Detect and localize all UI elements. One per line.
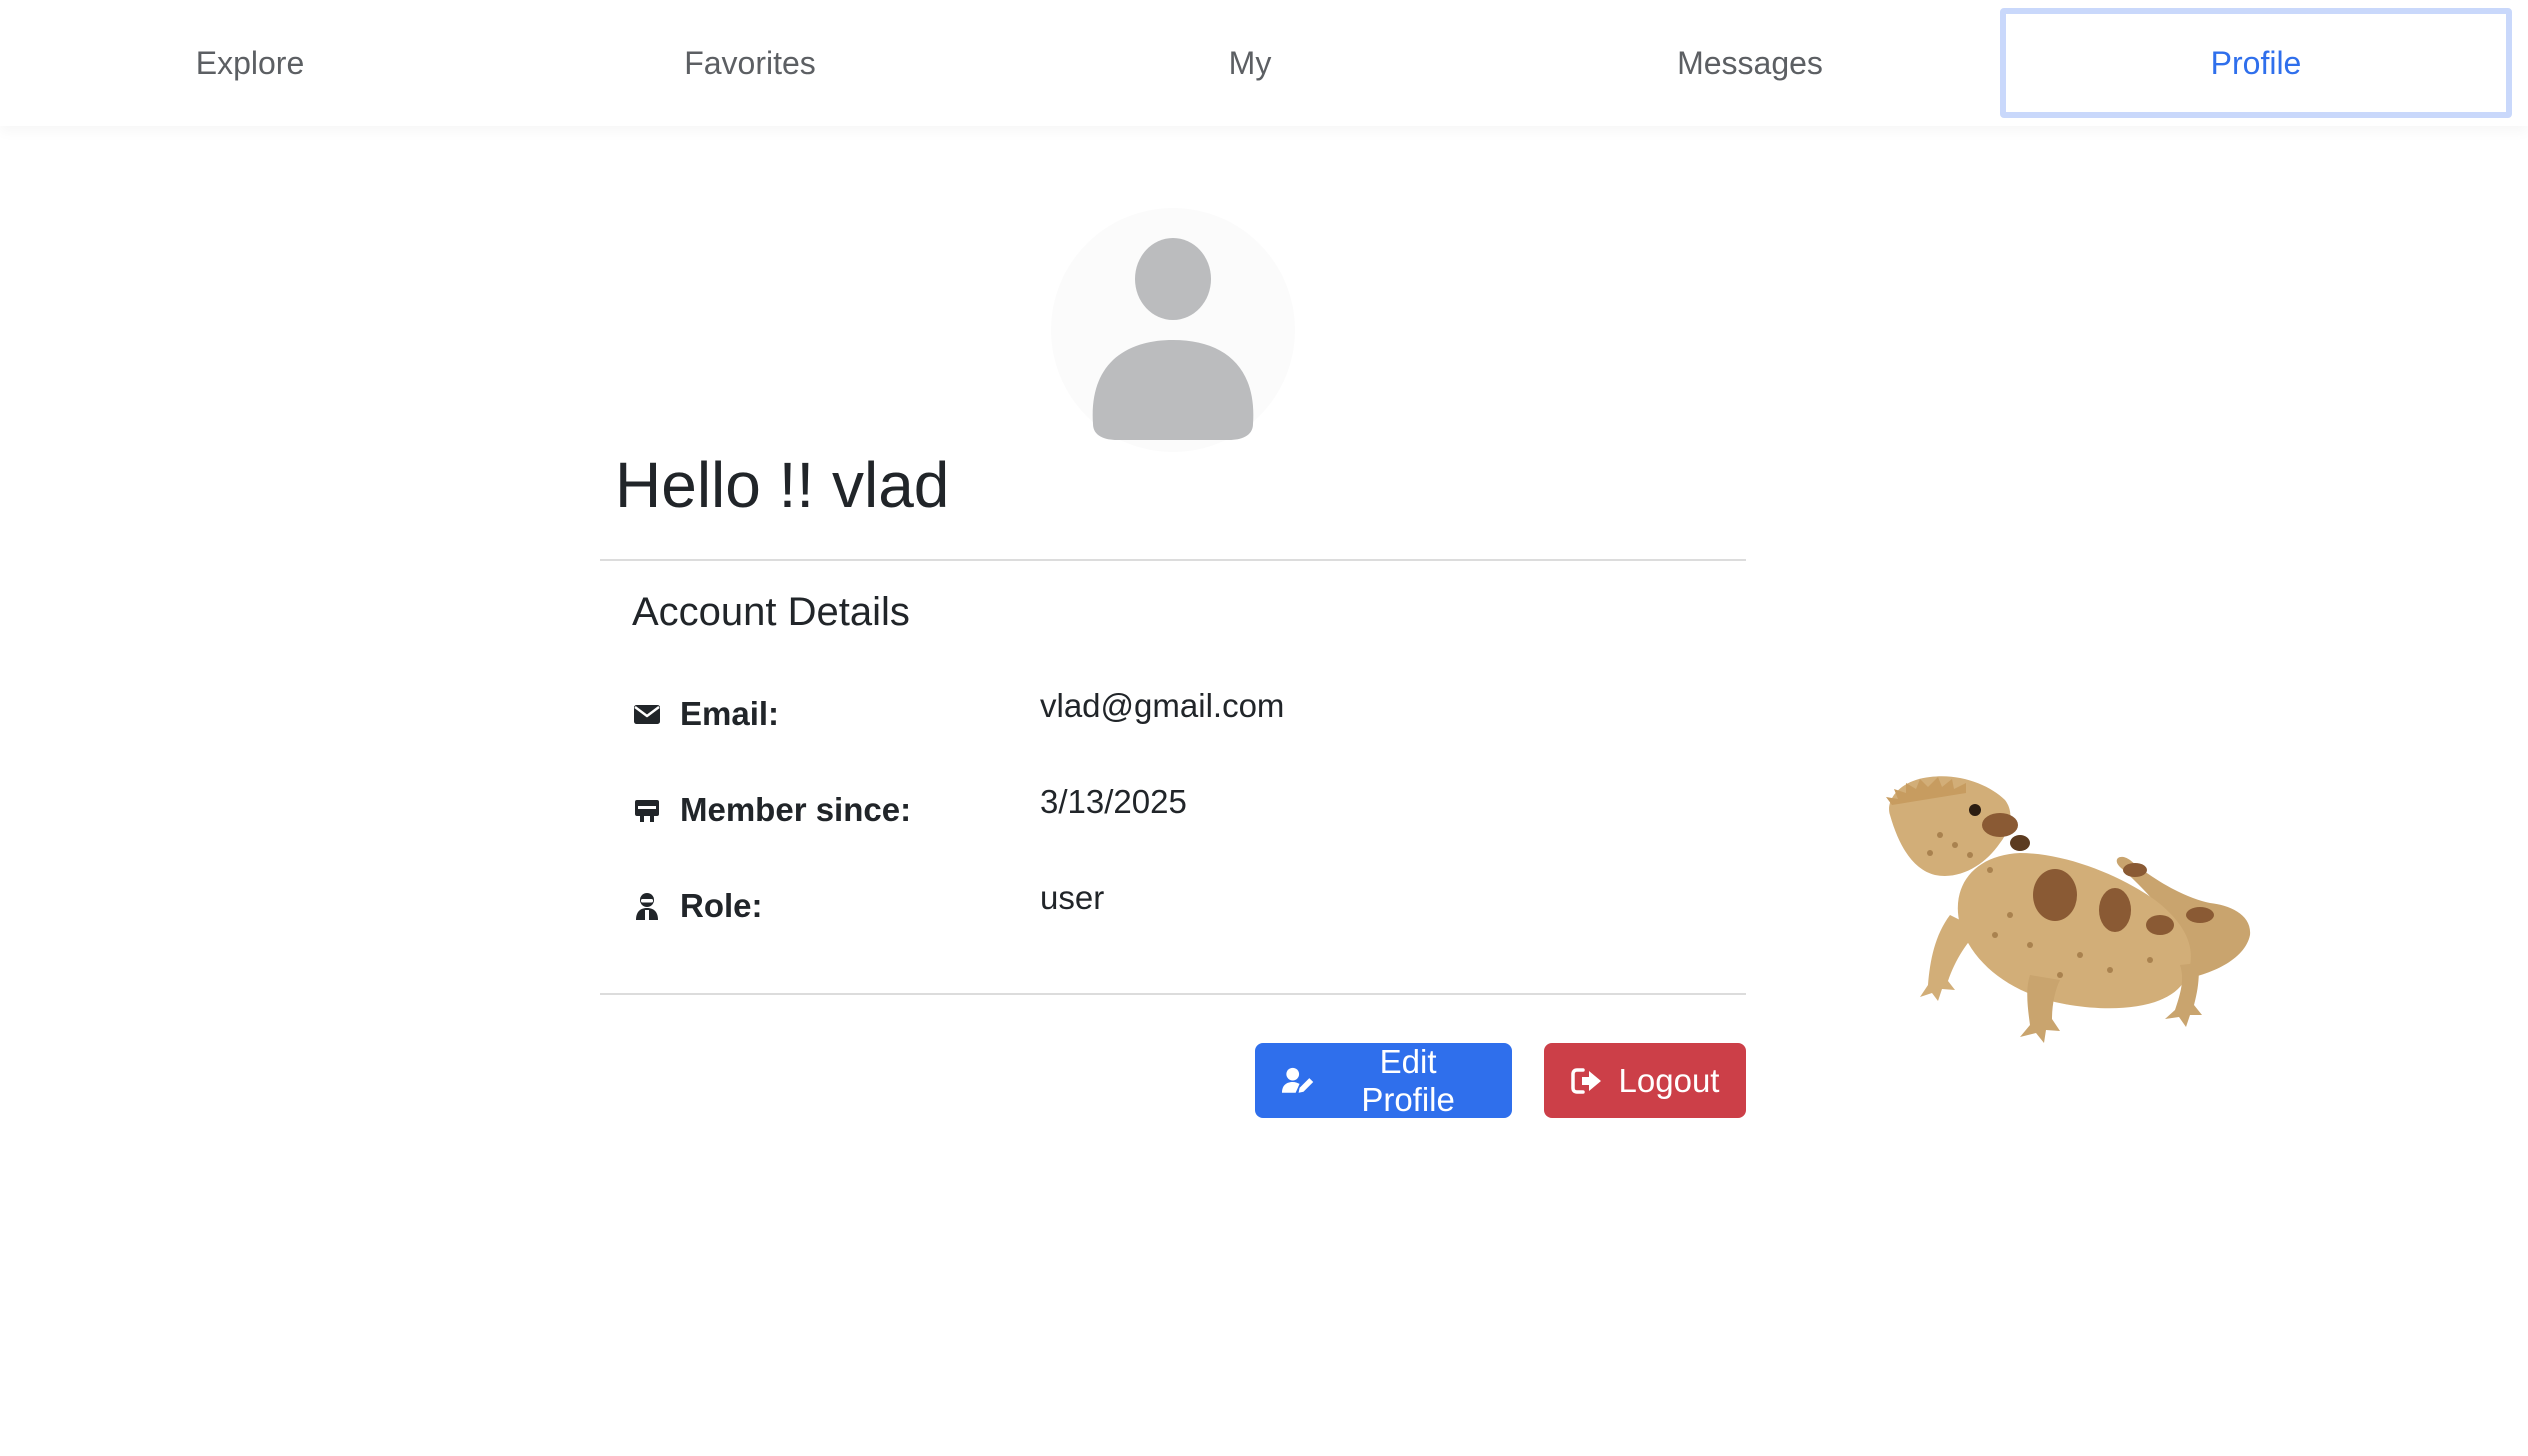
nav-tab-favorites[interactable]: Favorites <box>500 8 1000 118</box>
nav-tab-profile[interactable]: Profile <box>2000 8 2512 118</box>
lizard-illustration <box>1886 776 2251 1043</box>
role-label: Role: <box>680 887 763 924</box>
user-role-icon <box>636 893 658 920</box>
member-since-value: 3/13/2025 <box>1040 783 1187 820</box>
logout-button[interactable]: Logout <box>1544 1043 1746 1118</box>
user-silhouette-icon <box>1092 238 1254 440</box>
divider-bottom <box>600 993 1746 995</box>
user-edit-icon <box>1281 1067 1314 1093</box>
edit-profile-button[interactable]: Edit Profile <box>1255 1043 1512 1118</box>
top-navigation: Explore Favorites My Messages Profile <box>0 0 2528 126</box>
edit-profile-label: Edit Profile <box>1361 1042 1455 1118</box>
detail-row-email: Email: vlad@gmail.com <box>632 685 1732 745</box>
sign-out-icon <box>1570 1067 1601 1094</box>
email-value: vlad@gmail.com <box>1040 687 1285 724</box>
detail-row-role: Role: user <box>632 877 1732 937</box>
detail-row-member-since: Member since: 3/13/2025 <box>632 781 1732 841</box>
member-since-label: Member since: <box>680 791 912 828</box>
nav-tab-messages[interactable]: Messages <box>1500 8 2000 118</box>
nav-tab-my[interactable]: My <box>1000 8 1500 118</box>
nav-tab-explore[interactable]: Explore <box>0 8 500 118</box>
email-label: Email: <box>680 695 780 732</box>
avatar <box>1051 208 1295 452</box>
envelope-icon <box>634 705 660 724</box>
divider-top <box>600 559 1746 561</box>
logout-label: Logout <box>1618 1061 1720 1099</box>
calendar-icon <box>635 800 659 822</box>
account-details-heading: Account Details <box>632 590 910 634</box>
role-value: user <box>1040 879 1105 916</box>
page-title: Hello !! vlad <box>615 449 950 521</box>
